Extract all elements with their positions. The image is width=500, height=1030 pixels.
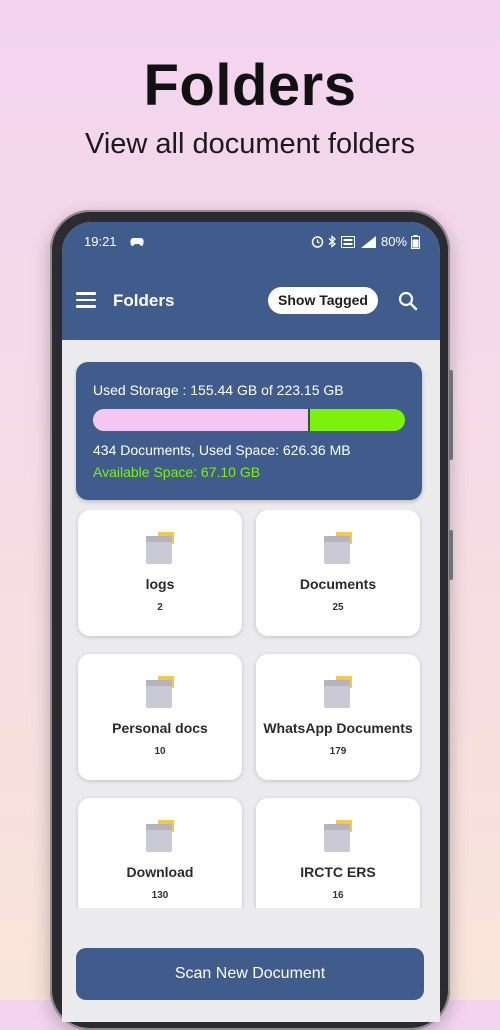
folder-icon: [146, 532, 174, 564]
battery-percent: 80%: [380, 234, 407, 249]
folder-name: logs: [145, 576, 175, 592]
bluetooth-icon: [328, 235, 336, 248]
folder-card[interactable]: Personal docs 10: [78, 654, 242, 780]
folder-icon: [324, 676, 352, 708]
storage-available-text: Available Space: 67.10 GB: [93, 464, 261, 480]
folder-card[interactable]: WhatsApp Documents 179: [256, 654, 420, 780]
folder-icon: [146, 820, 174, 852]
storage-progress-bar: [93, 409, 405, 431]
folder-count: 25: [332, 602, 344, 613]
folder-name: WhatsApp Documents: [263, 720, 413, 736]
menu-icon[interactable]: [76, 292, 96, 308]
volte-icon: [340, 235, 355, 248]
promo-subtitle: View all document folders: [85, 128, 415, 160]
phone-side-button: [449, 370, 453, 460]
storage-progress-used: [93, 409, 311, 431]
search-icon[interactable]: [398, 291, 418, 311]
game-controller-icon: [130, 238, 144, 246]
folder-icon: [146, 676, 174, 708]
folder-name: IRCTC ERS: [300, 864, 376, 880]
storage-used-text: Used Storage : 155.44 GB of 223.15 GB: [93, 382, 344, 398]
status-bar: 19:21 80%: [84, 234, 420, 252]
folder-count: 10: [154, 746, 166, 757]
folder-icon: [324, 820, 352, 852]
folder-card[interactable]: Download 130: [78, 798, 242, 908]
show-tagged-button[interactable]: Show Tagged: [268, 287, 378, 314]
toolbar: Folders Show Tagged: [62, 287, 440, 318]
alarm-icon: [311, 236, 324, 248]
folder-name: Download: [126, 864, 194, 880]
app-bar: 19:21 80% Folders Show Tagged: [62, 222, 440, 340]
storage-card: Used Storage : 155.44 GB of 223.15 GB 43…: [76, 362, 422, 500]
folder-count: 130: [151, 890, 169, 901]
folder-card[interactable]: Documents 25: [256, 510, 420, 636]
app-screen: 19:21 80% Folders Show Tagged Used Stora…: [62, 222, 440, 1022]
folder-card[interactable]: IRCTC ERS 16: [256, 798, 420, 908]
signal-icon: [360, 236, 376, 248]
folder-count: 2: [157, 602, 163, 613]
phone-side-button: [449, 530, 453, 580]
folder-card[interactable]: logs 2: [78, 510, 242, 636]
toolbar-title: Folders: [113, 291, 175, 310]
promo-title: Folders: [143, 53, 357, 118]
folder-grid: logs 2 Documents 25 Personal docs 10 Wha…: [62, 510, 440, 908]
folder-name: Personal docs: [112, 720, 208, 736]
scan-new-document-button[interactable]: Scan New Document: [76, 948, 424, 1000]
folder-icon: [324, 532, 352, 564]
folder-count: 179: [329, 746, 347, 757]
folder-count: 16: [332, 890, 344, 901]
battery-icon: [411, 234, 420, 249]
status-time: 19:21: [84, 234, 117, 249]
storage-documents-text: 434 Documents, Used Space: 626.36 MB: [93, 442, 351, 458]
status-icons: 80%: [311, 234, 420, 249]
folder-name: Documents: [299, 576, 377, 592]
